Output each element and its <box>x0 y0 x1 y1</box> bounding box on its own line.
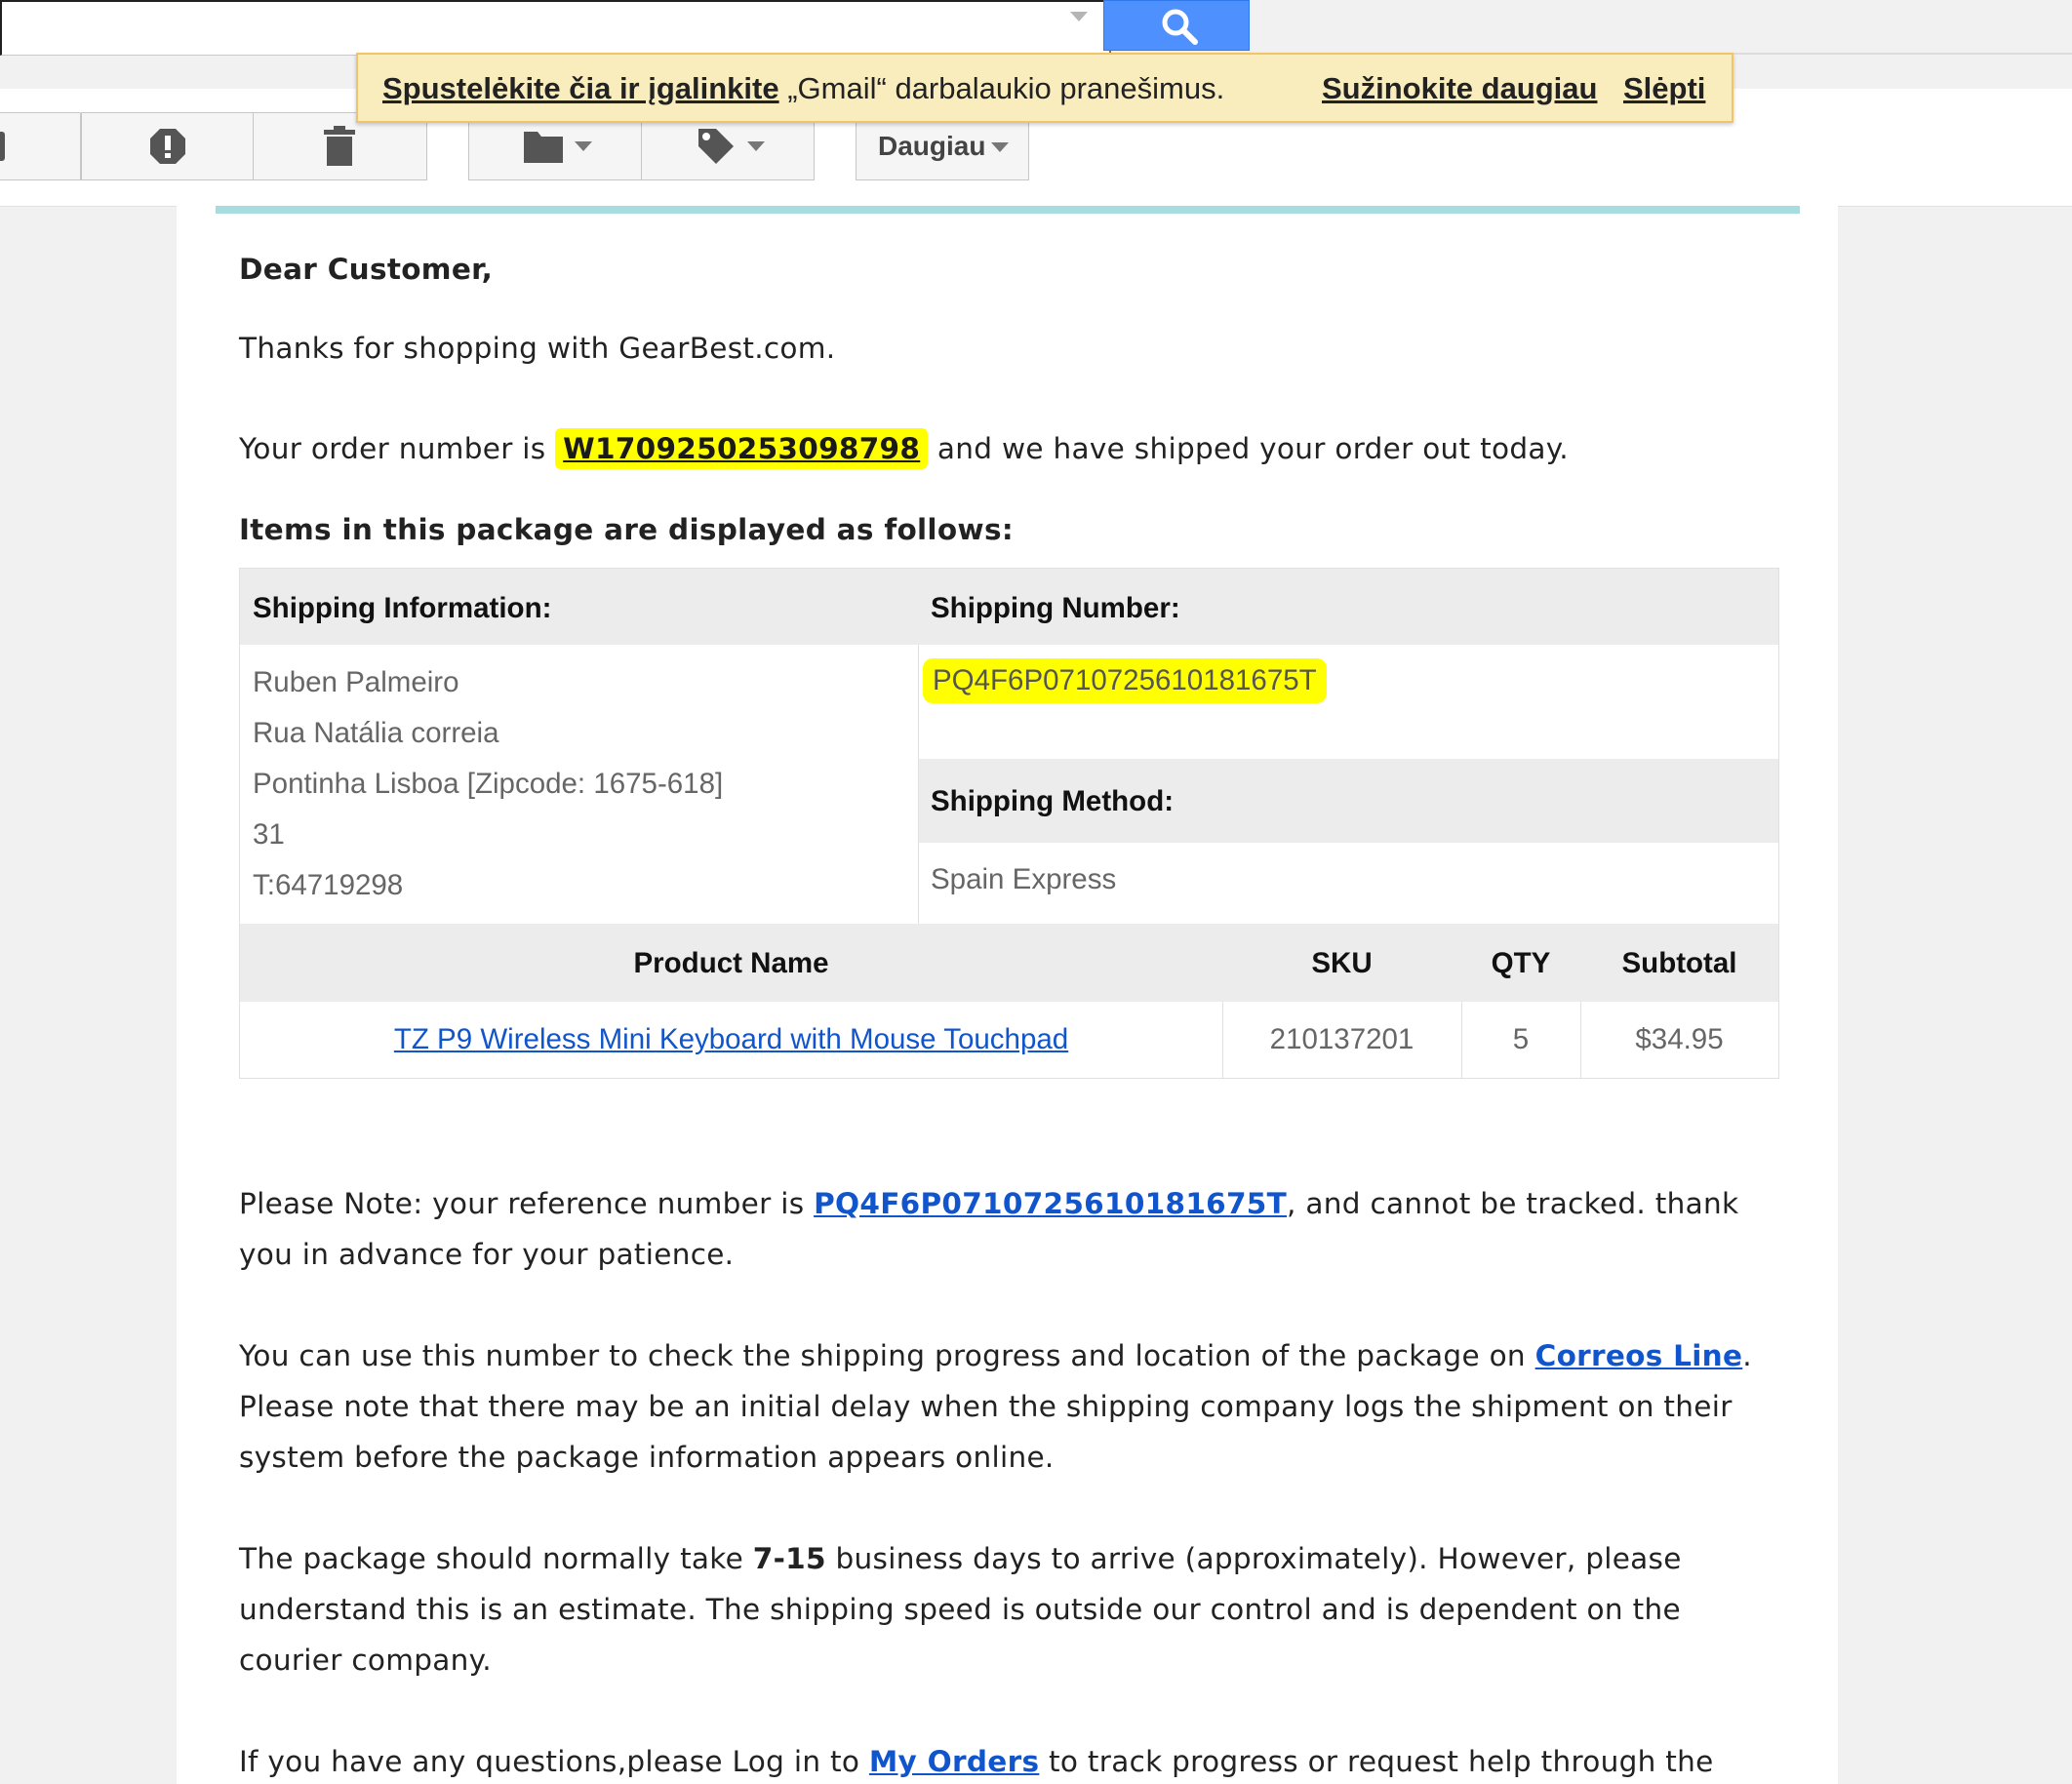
days-suffix: business days to arrive (approximately).… <box>835 1542 1682 1575</box>
qty-value: 5 <box>1512 1023 1530 1055</box>
days-line-3: courier company. <box>239 1644 492 1677</box>
questions-suffix: to track progress or request help throug… <box>1049 1745 1714 1778</box>
search-bar <box>0 0 2072 56</box>
desktop-notifications-banner: Spustelėkite čia ir įgalinkite „Gmail“ d… <box>356 53 1733 123</box>
shipping-table: Shipping Information: Shipping Number: R… <box>239 568 1779 1079</box>
order-line: Your order number is W1709250253098798 a… <box>239 428 1569 469</box>
delete-icon <box>324 126 355 166</box>
track-line-1: You can use this number to check the shi… <box>239 1339 1752 1372</box>
address-line: T:64719298 <box>253 869 404 901</box>
column-header-qty: QTY <box>1491 947 1551 979</box>
note-suffix: , and cannot be tracked. thank <box>1287 1187 1739 1220</box>
address-line: Pontinha Lisboa [Zipcode: 1675-618] <box>253 768 724 800</box>
shipping-method-value: Spain Express <box>931 863 1117 895</box>
correos-line-link[interactable]: Correos Line <box>1535 1339 1743 1372</box>
days-line-2: understand this is an estimate. The ship… <box>239 1593 1681 1626</box>
shipping-number-value: PQ4F6P0710725610181675T <box>923 658 1327 703</box>
search-options-caret-icon[interactable] <box>1070 12 1088 21</box>
note-line-2: you in advance for your patience. <box>239 1238 735 1271</box>
learn-more-link[interactable]: Sužinokite daugiau <box>1322 71 1597 106</box>
dropdown-caret-icon <box>991 142 1009 152</box>
header-divider <box>216 206 1800 214</box>
product-name-link[interactable]: TZ P9 Wireless Mini Keyboard with Mouse … <box>394 1023 1068 1055</box>
note-prefix: Please Note: your reference number is <box>239 1187 805 1220</box>
hide-notification-link[interactable]: Slėpti <box>1623 71 1705 106</box>
shipping-method-header: Shipping Method: <box>931 785 1175 817</box>
order-number-highlight: W1709250253098798 <box>555 428 929 469</box>
column-header-subtotal: Subtotal <box>1621 947 1737 979</box>
address-line: Ruben Palmeiro <box>253 666 459 698</box>
track-period: . <box>1742 1339 1752 1372</box>
shipping-info-header: Shipping Information: <box>253 592 552 624</box>
search-input[interactable] <box>0 0 1111 56</box>
days-value: 7-15 <box>752 1542 826 1575</box>
questions-line: If you have any questions,please Log in … <box>239 1745 1714 1778</box>
enable-notifications-link[interactable]: Spustelėkite čia ir įgalinkite <box>382 71 779 105</box>
order-number-link[interactable]: W1709250253098798 <box>563 432 920 465</box>
column-header-sku: SKU <box>1311 947 1373 979</box>
report-spam-icon <box>150 129 185 164</box>
table-row: TZ P9 Wireless Mini Keyboard with Mouse … <box>240 1023 1222 1056</box>
search-icon <box>1162 9 1198 45</box>
reference-number-link[interactable]: PQ4F6P0710725610181675T <box>814 1187 1287 1220</box>
search-button[interactable] <box>1103 0 1250 51</box>
label-icon <box>698 129 734 164</box>
days-line-1: The package should normally take 7-15 bu… <box>239 1542 1682 1575</box>
my-orders-link[interactable]: My Orders <box>869 1745 1039 1778</box>
report-spam-button[interactable] <box>81 112 254 180</box>
archive-icon <box>0 132 5 161</box>
questions-prefix: If you have any questions,please Log in … <box>239 1745 860 1778</box>
address-line: Rua Natália correia <box>253 717 499 749</box>
items-heading: Items in this package are displayed as f… <box>239 513 1014 546</box>
track-line-3: system before the package information ap… <box>239 1441 1055 1474</box>
column-header-product: Product Name <box>633 947 829 979</box>
dropdown-caret-icon <box>747 141 765 151</box>
address-line: 31 <box>253 818 285 851</box>
days-prefix: The package should normally take <box>239 1542 744 1575</box>
track-line-2: Please note that there may be an initial… <box>239 1390 1733 1423</box>
track-prefix: You can use this number to check the shi… <box>239 1339 1526 1372</box>
notification-message: „Gmail“ darbalaukio pranešimus. <box>787 71 1225 105</box>
folder-icon <box>524 132 563 163</box>
greeting: Dear Customer, <box>239 253 494 286</box>
more-button-label: Daugiau <box>878 131 986 161</box>
note-line-1: Please Note: your reference number is PQ… <box>239 1187 1738 1220</box>
dropdown-caret-icon <box>575 141 592 151</box>
order-suffix: and we have shipped your order out today… <box>936 432 1569 465</box>
order-prefix: Your order number is <box>239 432 546 465</box>
subtotal-value: $34.95 <box>1635 1023 1724 1055</box>
thanks-line: Thanks for shopping with GearBest.com. <box>239 332 836 365</box>
shipping-number-header: Shipping Number: <box>931 592 1180 624</box>
sku-value: 210137201 <box>1269 1023 1415 1055</box>
archive-button[interactable] <box>0 112 81 180</box>
